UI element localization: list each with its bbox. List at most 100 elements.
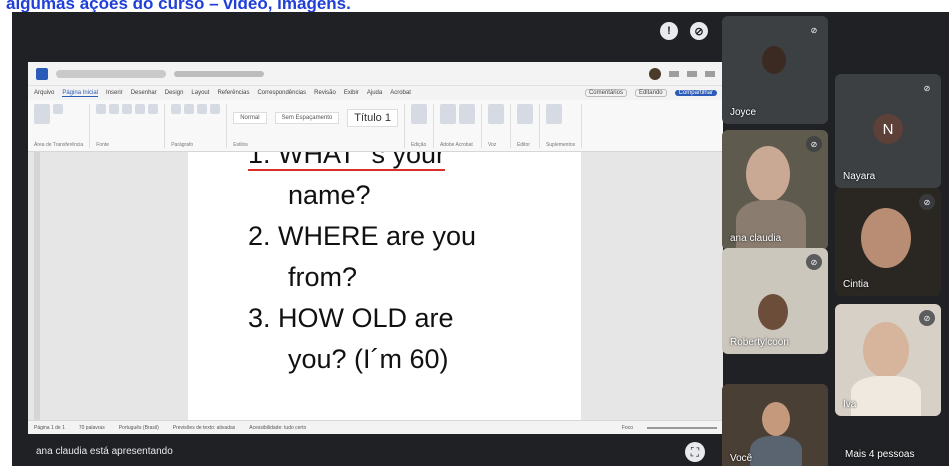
style-heading-1[interactable]: Título 1 (347, 109, 398, 127)
doc-line: you? (I´m 60) (288, 344, 449, 374)
participant-tile-iva[interactable]: ⊘ Iva (835, 304, 941, 416)
fullscreen-icon[interactable]: ⛶ (685, 442, 705, 462)
tab-inserir[interactable]: Inserir (106, 90, 123, 96)
editor-group: Editor (516, 104, 540, 148)
tab-design[interactable]: Design (165, 90, 184, 96)
paragraph-group: Parágrafo (171, 104, 228, 148)
participant-tile-joyce[interactable]: ⊘ Joyce (722, 16, 828, 124)
zoom-slider[interactable] (647, 426, 717, 429)
bullets-icon[interactable] (171, 104, 182, 114)
ribbon-tabs: Arquivo Página Inicial Inserir Desenhar … (28, 86, 723, 100)
maximize-icon[interactable] (687, 70, 697, 77)
tab-desenhar[interactable]: Desenhar (131, 90, 157, 96)
group-label: Voz (487, 142, 497, 148)
language-status[interactable]: Português (Brasil) (119, 425, 159, 431)
styles-group: Normal Sem Espaçamento Título 1 Estilos (233, 104, 405, 148)
participant-name: Joyce (730, 107, 757, 118)
mic-off-icon: ⊘ (806, 136, 822, 152)
account-avatar[interactable] (649, 67, 661, 80)
tab-acrobat[interactable]: Acrobat (390, 90, 411, 96)
page-caption: algumas ações do curso – vídeo, imagens. (6, 0, 351, 12)
paste-icon[interactable] (34, 104, 50, 124)
dictate-icon[interactable] (487, 104, 504, 124)
tab-correspondencias[interactable]: Correspondências (257, 90, 306, 96)
participant-name: Você (730, 453, 753, 464)
document-text[interactable]: 1. WHAT ´s your name? 2. WHERE are you f… (248, 152, 578, 380)
group-label: Edição (410, 142, 427, 148)
tab-ajuda[interactable]: Ajuda (367, 90, 382, 96)
group-label: Editor (516, 142, 530, 148)
acrobat-group: Adobe Acrobat (439, 104, 482, 148)
group-label: Estilos (233, 142, 248, 148)
presentation-screen: Arquivo Página Inicial Inserir Desenhar … (28, 62, 723, 434)
participant-tile-ana-claudia[interactable]: ⊘ ana claudia (722, 130, 828, 250)
participant-tile-voce[interactable]: Você (722, 384, 828, 466)
autosave-toggle[interactable] (56, 69, 166, 78)
editor-icon[interactable] (516, 104, 533, 124)
style-no-spacing[interactable]: Sem Espaçamento (274, 112, 340, 124)
underline-icon[interactable] (122, 104, 133, 114)
addins-icon[interactable] (545, 104, 562, 124)
share-pdf-icon[interactable] (458, 104, 475, 124)
align-left-icon[interactable] (197, 104, 208, 114)
cut-icon[interactable] (53, 104, 63, 114)
bold-icon[interactable] (96, 104, 107, 114)
editing-mode-button[interactable]: Editando (634, 89, 667, 97)
more-people-button[interactable]: Mais 4 pessoas (835, 438, 941, 466)
mic-off-icon[interactable]: ⊘ (690, 22, 708, 40)
participant-tile-nayara[interactable]: N ⊘ Nayara (835, 74, 941, 188)
tab-referencias[interactable]: Referências (217, 90, 249, 96)
document-title (174, 70, 264, 77)
doc-line: 1. WHAT ´s your (248, 152, 578, 175)
font-color-icon[interactable] (135, 104, 146, 114)
tab-pagina-inicial[interactable]: Página Inicial (62, 90, 99, 97)
presenting-label: ana claudia está apresentando (36, 446, 173, 457)
tab-exibir[interactable]: Exibir (344, 90, 359, 96)
group-label: Área de Transferência (34, 142, 84, 148)
share-button[interactable]: Compartilhar (674, 90, 717, 96)
mic-off-icon: ⊘ (806, 22, 822, 38)
tab-revisao[interactable]: Revisão (314, 90, 336, 96)
word-logo-icon (36, 67, 48, 80)
participant-tile-robertylcoon[interactable]: ⊘ Robertylcoon (722, 248, 828, 354)
font-group: Fonte (96, 104, 166, 148)
close-icon[interactable] (705, 70, 715, 77)
group-label: Suplementos (545, 142, 576, 148)
doc-line: 2. WHERE are you (248, 221, 477, 251)
style-normal[interactable]: Normal (233, 112, 267, 124)
italic-icon[interactable] (109, 104, 120, 114)
tab-arquivo[interactable]: Arquivo (34, 90, 54, 96)
info-icon[interactable]: ! (660, 22, 678, 40)
align-center-icon[interactable] (210, 104, 221, 114)
numbering-icon[interactable] (184, 104, 195, 114)
participant-name: Robertylcoon (730, 337, 789, 348)
mic-off-icon: ⊘ (919, 194, 935, 210)
participant-name: Cintia (843, 279, 869, 290)
highlight-icon[interactable] (148, 104, 159, 114)
word-title-bar (28, 62, 723, 86)
find-icon[interactable] (410, 104, 427, 124)
participant-avatar: N (873, 114, 903, 144)
document-page[interactable]: 1. WHAT ´s your name? 2. WHERE are you f… (188, 152, 581, 420)
tab-layout[interactable]: Layout (191, 90, 209, 96)
participant-name: ana claudia (730, 233, 782, 244)
group-label: Fonte (96, 142, 109, 148)
more-people-label: Mais 4 pessoas (845, 449, 915, 460)
minimize-icon[interactable] (669, 70, 679, 77)
accessibility-status[interactable]: Acessibilidade: tudo certo (249, 425, 306, 431)
document-area[interactable]: 1. WHAT ´s your name? 2. WHERE are you f… (28, 152, 723, 420)
participant-photo (762, 402, 790, 436)
participant-body (750, 436, 802, 466)
page-count[interactable]: Página 1 de 1 (34, 425, 65, 431)
group-label: Adobe Acrobat (439, 142, 473, 148)
vertical-ruler (34, 152, 40, 420)
text-predictions-status[interactable]: Previsões de texto: ativadas (173, 425, 236, 431)
doc-line: 3. HOW OLD are (248, 303, 454, 333)
editing-group: Edição (410, 104, 434, 148)
comments-button[interactable]: Comentários (584, 89, 627, 97)
word-count[interactable]: 70 palavras (79, 425, 105, 431)
focus-button[interactable]: Foco (622, 425, 633, 431)
create-pdf-icon[interactable] (439, 104, 456, 124)
participant-tile-cintia[interactable]: ⊘ Cintia (835, 188, 941, 296)
share-controls: ! ⊘ (660, 22, 713, 40)
